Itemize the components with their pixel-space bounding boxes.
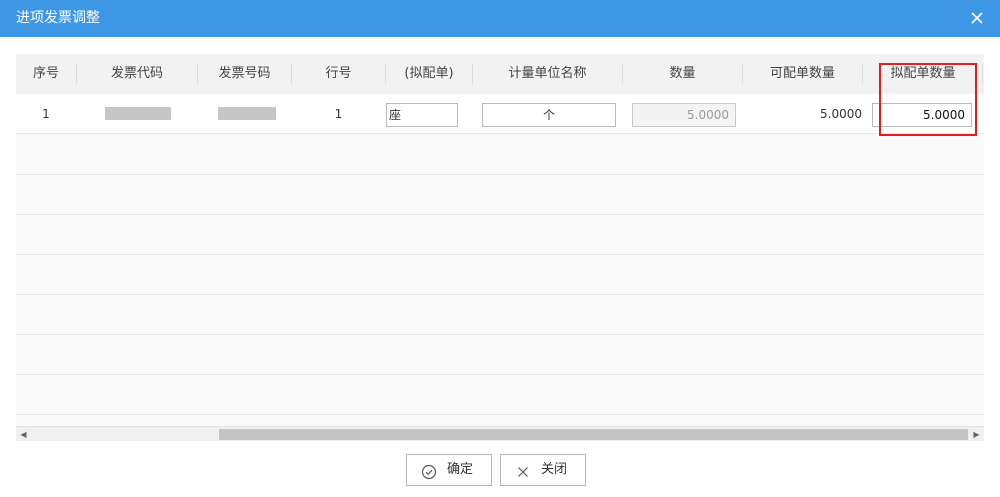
col-header-unit-name[interactable]: 计量单位名称: [473, 54, 622, 94]
planned-name-input[interactable]: 座: [386, 103, 458, 127]
grid-header: 序号 发票代码 发票号码 行号 (拟配单) 计量单位名称 数量 可配单数量 拟配…: [16, 54, 984, 94]
cell-invoice-code: [77, 94, 197, 134]
empty-row: [16, 335, 984, 375]
invoice-adjust-dialog: 进项发票调整 序号 发票代码 发票号码 行号 (拟配单) 计量单位名称 数量 可…: [0, 0, 1000, 497]
redacted-invoice-number: [218, 107, 276, 120]
check-circle-icon: [421, 462, 437, 480]
scrollbar-thumb[interactable]: [219, 429, 968, 440]
col-header-invoice-number[interactable]: 发票号码: [198, 54, 291, 94]
col-header-invoice-code[interactable]: 发票代码: [77, 54, 197, 94]
col-header-planned-qty[interactable]: 拟配单数量: [863, 54, 983, 94]
scroll-left-icon[interactable]: ◀: [16, 427, 31, 442]
scroll-right-icon[interactable]: ▶: [969, 427, 984, 442]
col-header-line-no[interactable]: 行号: [292, 54, 385, 94]
horizontal-scrollbar[interactable]: ◀ ▶: [16, 426, 984, 441]
planned-qty-input[interactable]: 5.0000: [872, 103, 972, 127]
x-icon: [515, 462, 531, 478]
cell-invoice-number: [198, 94, 291, 134]
confirm-button[interactable]: 确定: [406, 454, 492, 486]
confirm-label: 确定: [447, 462, 474, 477]
table-row[interactable]: 1 1 座 个 5.0000 5.0000 5.0000: [16, 94, 984, 134]
col-header-quantity[interactable]: 数量: [623, 54, 742, 94]
col-header-available-qty[interactable]: 可配单数量: [743, 54, 862, 94]
close-icon[interactable]: [968, 9, 986, 27]
cell-available-qty: 5.0000: [820, 107, 862, 121]
empty-row: [16, 175, 984, 215]
dialog-titlebar: 进项发票调整: [0, 0, 1000, 37]
dialog-footer: 确定 关闭: [0, 441, 1000, 497]
empty-row: [16, 255, 984, 295]
col-divider[interactable]: [982, 64, 983, 84]
close-label: 关闭: [541, 462, 568, 477]
dialog-title: 进项发票调整: [16, 10, 100, 26]
cell-line-no: 1: [334, 107, 343, 121]
redacted-invoice-code: [105, 107, 171, 120]
unit-name-input[interactable]: 个: [482, 103, 616, 127]
cell-index: 1: [42, 107, 50, 121]
close-button[interactable]: 关闭: [500, 454, 586, 486]
invoice-grid: 序号 发票代码 发票号码 行号 (拟配单) 计量单位名称 数量 可配单数量 拟配…: [16, 54, 984, 442]
col-header-planned-name[interactable]: (拟配单): [386, 54, 472, 94]
col-header-index[interactable]: 序号: [16, 54, 76, 94]
empty-row: [16, 135, 984, 175]
empty-row: [16, 295, 984, 335]
empty-row: [16, 215, 984, 255]
empty-row: [16, 375, 984, 415]
quantity-field: 5.0000: [632, 103, 736, 127]
